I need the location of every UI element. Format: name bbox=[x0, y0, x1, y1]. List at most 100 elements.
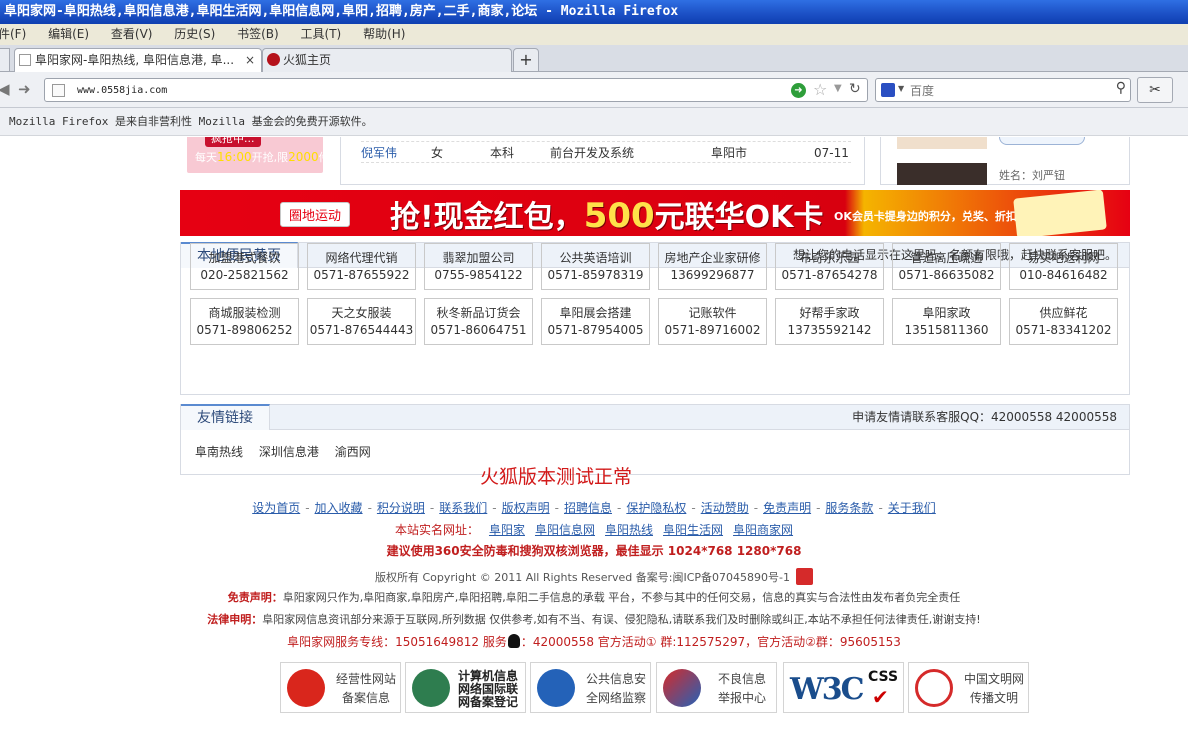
url-input[interactable] bbox=[77, 82, 777, 99]
badge-w3c-css[interactable]: W3C CSS ✔ bbox=[783, 662, 904, 713]
firefox-test-note: 火狐版本测试正常 bbox=[480, 466, 633, 488]
yellow-pages-entry[interactable]: 管道高压疏通 0571-86635082 bbox=[892, 243, 1001, 290]
yellow-pages-entry[interactable]: 布奇乐乐园 0571-87654278 bbox=[775, 243, 884, 290]
footer-link[interactable]: 保护隐私权 bbox=[626, 501, 686, 515]
badge-text: 不良信息 举报中心 bbox=[717, 672, 766, 705]
footer-link[interactable]: 招聘信息 bbox=[564, 501, 612, 515]
search-input[interactable] bbox=[910, 82, 1100, 99]
menu-history[interactable]: 历史(S) bbox=[174, 24, 215, 45]
menu-help[interactable]: 帮助(H) bbox=[363, 24, 405, 45]
chevron-down-icon[interactable]: ▼ bbox=[898, 84, 904, 93]
url-bar[interactable]: ➜ ☆ ▼ ↻ bbox=[44, 78, 868, 102]
realname-link[interactable]: 阜阳家 bbox=[489, 523, 525, 537]
footer-link[interactable]: 服务条款 bbox=[825, 501, 873, 515]
close-icon[interactable]: × bbox=[245, 49, 255, 71]
ad-banner[interactable]: 圈地运动 抢!现金红包，500元联华OK卡 OK会员卡提身边的积分，兑奖、折扣卡 bbox=[180, 190, 1130, 236]
tab-fuyangjia[interactable]: 阜阳家网-阜阳热线, 阜阳信息港, 阜... × bbox=[14, 48, 262, 72]
entry-phone: 13735592142 bbox=[787, 323, 872, 337]
footer-link[interactable]: 关于我们 bbox=[888, 501, 936, 515]
badge-text: 计算机信息 网络国际联 网备案登记 bbox=[458, 669, 519, 709]
yellow-pages-entry[interactable]: 公共英语培训 0571-85978319 bbox=[541, 243, 650, 290]
yellow-pages-entry[interactable]: 天之女服装 0571-876544443 bbox=[307, 298, 416, 345]
search-box[interactable]: ▼ ⚲ bbox=[875, 78, 1131, 102]
menu-tools[interactable]: 工具(T) bbox=[301, 24, 342, 45]
realname-label: 本站实名网址： bbox=[394, 523, 479, 537]
profile-photo[interactable] bbox=[897, 137, 987, 149]
go-icon[interactable]: ➜ bbox=[791, 83, 806, 98]
promo-ad[interactable]: 疯抢中... 每天16:00开抢,限2000件 bbox=[187, 137, 330, 173]
separator: - bbox=[753, 501, 759, 515]
entry-name: 易买吧返利网 bbox=[1027, 251, 1100, 265]
entry-name: 房地产企业家研修 bbox=[664, 251, 761, 265]
entry-phone: 0571-87954005 bbox=[547, 323, 644, 337]
profile-photo[interactable] bbox=[897, 163, 987, 185]
friend-link[interactable]: 阜南热线 bbox=[195, 445, 243, 459]
yellow-pages-entry[interactable]: 阜阳展会搭建 0571-87954005 bbox=[541, 298, 650, 345]
service-hotline: 阜阳家网服务专线：15051649812 服务 ：42000558 官方活动① 群… bbox=[0, 633, 1188, 650]
badge-computer-network[interactable]: 计算机信息 网络国际联 网备案登记 bbox=[405, 662, 526, 713]
badge-civilization[interactable]: 中国文明网 传播文明 bbox=[908, 662, 1029, 713]
forward-icon[interactable]: ➜ bbox=[18, 80, 31, 98]
tab-firefox-home[interactable]: 火狐主页 bbox=[262, 48, 512, 72]
baidu-icon[interactable] bbox=[881, 83, 895, 97]
footer-link[interactable]: 版权声明 bbox=[502, 501, 550, 515]
entry-phone: 0571-876544443 bbox=[309, 323, 414, 337]
yellow-pages-entry[interactable]: 房地产企业家研修 13699296877 bbox=[658, 243, 767, 290]
yellow-pages-entry[interactable]: 加盟港式餐饮 020-25821562 bbox=[190, 243, 299, 290]
bookmark-star-icon[interactable]: ☆ bbox=[813, 80, 827, 99]
footer-link[interactable]: 加入收藏 bbox=[315, 501, 363, 515]
reload-icon[interactable]: ↻ bbox=[849, 81, 861, 97]
menu-view[interactable]: 查看(V) bbox=[111, 24, 153, 45]
list-item[interactable]: 倪军伟 女 本科 前台开发及系统 阜阳市 07-11 bbox=[361, 141, 851, 163]
search-icon[interactable]: ⚲ bbox=[1116, 80, 1126, 96]
menu-file[interactable]: 件(F) bbox=[0, 24, 26, 45]
new-tab-button[interactable]: + bbox=[513, 48, 539, 72]
yellow-pages-entry[interactable]: 供应鲜花 0571-83341202 bbox=[1009, 298, 1118, 345]
chevron-down-icon[interactable]: ▼ bbox=[834, 83, 842, 94]
realname-link[interactable]: 阜阳热线 bbox=[605, 523, 653, 537]
footer-link[interactable]: 联系我们 bbox=[439, 501, 487, 515]
realname-link[interactable]: 阜阳生活网 bbox=[663, 523, 723, 537]
entry-name: 加盟港式餐饮 bbox=[208, 251, 281, 265]
badge-report-center[interactable]: 不良信息 举报中心 bbox=[656, 662, 777, 713]
entry-name: 布奇乐乐园 bbox=[799, 251, 860, 265]
yellow-pages-entry[interactable]: 好帮手家政 13735592142 bbox=[775, 298, 884, 345]
footer-link[interactable]: 免责声明 bbox=[763, 501, 811, 515]
entry-phone: 13515811360 bbox=[904, 323, 989, 337]
friend-link[interactable]: 深圳信息港 bbox=[259, 445, 319, 459]
yellow-pages-entry[interactable]: 易买吧返利网 010-84616482 bbox=[1009, 243, 1118, 290]
profile-button[interactable] bbox=[999, 137, 1085, 145]
realname-link[interactable]: 阜阳信息网 bbox=[535, 523, 595, 537]
badge-public-security[interactable]: 公共信息安 全网络监察 bbox=[530, 662, 651, 713]
back-icon[interactable]: ◀ bbox=[0, 80, 10, 98]
qq-icon[interactable] bbox=[507, 634, 520, 648]
yellow-pages-entry[interactable]: 记账软件 0571-89716002 bbox=[658, 298, 767, 345]
footer-link[interactable]: 活动赞助 bbox=[701, 501, 749, 515]
separator: - bbox=[878, 501, 883, 515]
separator: - bbox=[429, 501, 435, 515]
badge-business-site[interactable]: 经营性网站 备案信息 bbox=[280, 662, 401, 713]
window-title: 阜阳家网-阜阳热线,阜阳信息港,阜阳生活网,阜阳信息网,阜阳,招聘,房产,二手,… bbox=[0, 0, 1188, 24]
realname-link[interactable]: 阜阳商家网 bbox=[733, 523, 793, 537]
police-badge-icon[interactable] bbox=[795, 568, 813, 585]
yellow-pages-entry[interactable]: 阜阳家政 13515811360 bbox=[892, 298, 1001, 345]
entry-name: 网络代理代销 bbox=[325, 251, 398, 265]
friend-link[interactable]: 渝西网 bbox=[335, 445, 371, 459]
job-name[interactable]: 倪军伟 bbox=[361, 142, 397, 164]
tab-scroll-left[interactable] bbox=[0, 48, 10, 72]
yellow-pages-entry[interactable]: 翡翠加盟公司 0755-9854122 bbox=[424, 243, 533, 290]
job-education: 本科 bbox=[490, 146, 515, 160]
yellow-pages-entry[interactable]: 秋冬新品订货会 0571-86064751 bbox=[424, 298, 533, 345]
menu-bookmarks[interactable]: 书签(B) bbox=[237, 24, 279, 45]
yellow-pages-entry[interactable]: 商城服装检测 0571-89806252 bbox=[190, 298, 299, 345]
yellow-pages-entry[interactable]: 网络代理代销 0571-87655922 bbox=[307, 243, 416, 290]
footer-link[interactable]: 设为首页 bbox=[252, 501, 300, 515]
footer-link[interactable]: 积分说明 bbox=[377, 501, 425, 515]
separator: - bbox=[554, 501, 559, 515]
disclaimer-text: 阜阳家网只作为,阜阳商家,阜阳房产,阜阳招聘,阜阳二手信息的承载 平台，不参与其… bbox=[282, 591, 961, 604]
site-identity-icon[interactable] bbox=[52, 84, 65, 97]
tools-icon[interactable]: ✂ bbox=[1137, 77, 1173, 103]
tab-label: 阜阳家网-阜阳热线, 阜阳信息港, 阜... bbox=[35, 53, 235, 67]
friend-links-panel: 友情链接 申请友情请联系客服QQ：42000558 42000558 阜南热线 … bbox=[180, 404, 1130, 475]
menu-edit[interactable]: 编辑(E) bbox=[48, 24, 89, 45]
